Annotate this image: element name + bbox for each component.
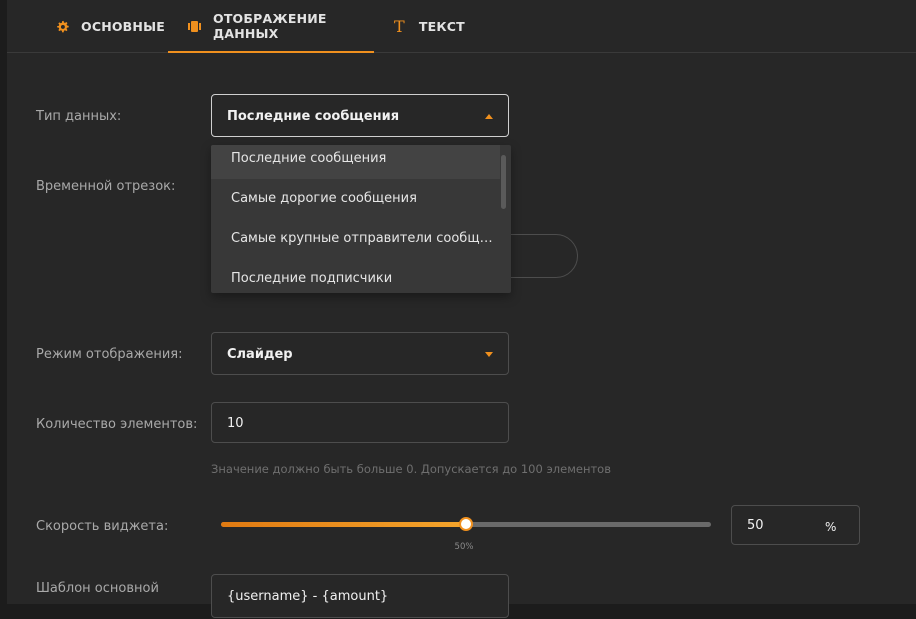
chevron-up-icon	[485, 114, 493, 119]
dropdown-option[interactable]: Самые дорогие сообщения	[211, 179, 500, 219]
tab-label: ОСНОВНЫЕ	[81, 18, 165, 34]
tab-bar: ОСНОВНЫЕ ОТОБРАЖЕНИЕ ДАННЫХ T ТЕКСТ	[7, 0, 916, 53]
dropdown-option[interactable]: Последние подписчики	[211, 259, 500, 293]
tab-data-display[interactable]: ОТОБРАЖЕНИЕ ДАННЫХ	[168, 0, 374, 53]
main-template-input[interactable]: {username} - {amount}	[211, 574, 509, 618]
dropdown-scrollbar[interactable]	[501, 155, 506, 209]
widget-speed-label: Скорость виджета:	[36, 519, 169, 534]
main-template-label: Шаблон основной	[36, 581, 159, 596]
speed-slider[interactable]	[221, 517, 711, 531]
item-count-value: 10	[227, 416, 244, 431]
item-count-label: Количество элементов:	[36, 417, 198, 432]
data-type-select[interactable]: Последние сообщения	[211, 94, 509, 137]
dropdown-option[interactable]: Последние сообщения	[211, 145, 500, 179]
dropdown-option[interactable]: Самые крупные отправители сообщений	[211, 219, 500, 259]
speed-unit: %	[825, 520, 837, 534]
speed-slider-value: 50%	[454, 542, 474, 552]
tab-label: ОТОБРАЖЕНИЕ ДАННЫХ	[213, 11, 327, 41]
data-type-dropdown: Последние сообщения Самые дорогие сообще…	[211, 145, 511, 293]
speed-input[interactable]: 50 %	[731, 505, 860, 545]
display-icon	[188, 20, 201, 32]
text-icon: T	[394, 16, 405, 36]
tab-text[interactable]: T ТЕКСТ	[394, 0, 465, 52]
item-count-input[interactable]: 10	[211, 402, 509, 443]
tab-label: ТЕКСТ	[418, 18, 465, 34]
data-type-value: Последние сообщения	[227, 109, 400, 124]
display-mode-label: Режим отображения:	[36, 347, 183, 362]
tab-basic[interactable]: ОСНОВНЫЕ	[56, 0, 165, 52]
display-mode-select[interactable]: Слайдер	[211, 332, 509, 375]
display-mode-value: Слайдер	[227, 347, 293, 362]
time-range-label: Временной отрезок:	[36, 179, 176, 194]
speed-slider-thumb[interactable]	[459, 517, 473, 531]
speed-value: 50	[747, 518, 764, 533]
gear-icon	[56, 20, 69, 33]
data-type-label: Тип данных:	[36, 109, 122, 124]
speed-slider-fill	[221, 522, 466, 527]
item-count-hint: Значение должно быть больше 0. Допускает…	[211, 462, 611, 476]
chevron-down-icon	[485, 352, 493, 357]
main-template-value: {username} - {amount}	[227, 589, 389, 604]
